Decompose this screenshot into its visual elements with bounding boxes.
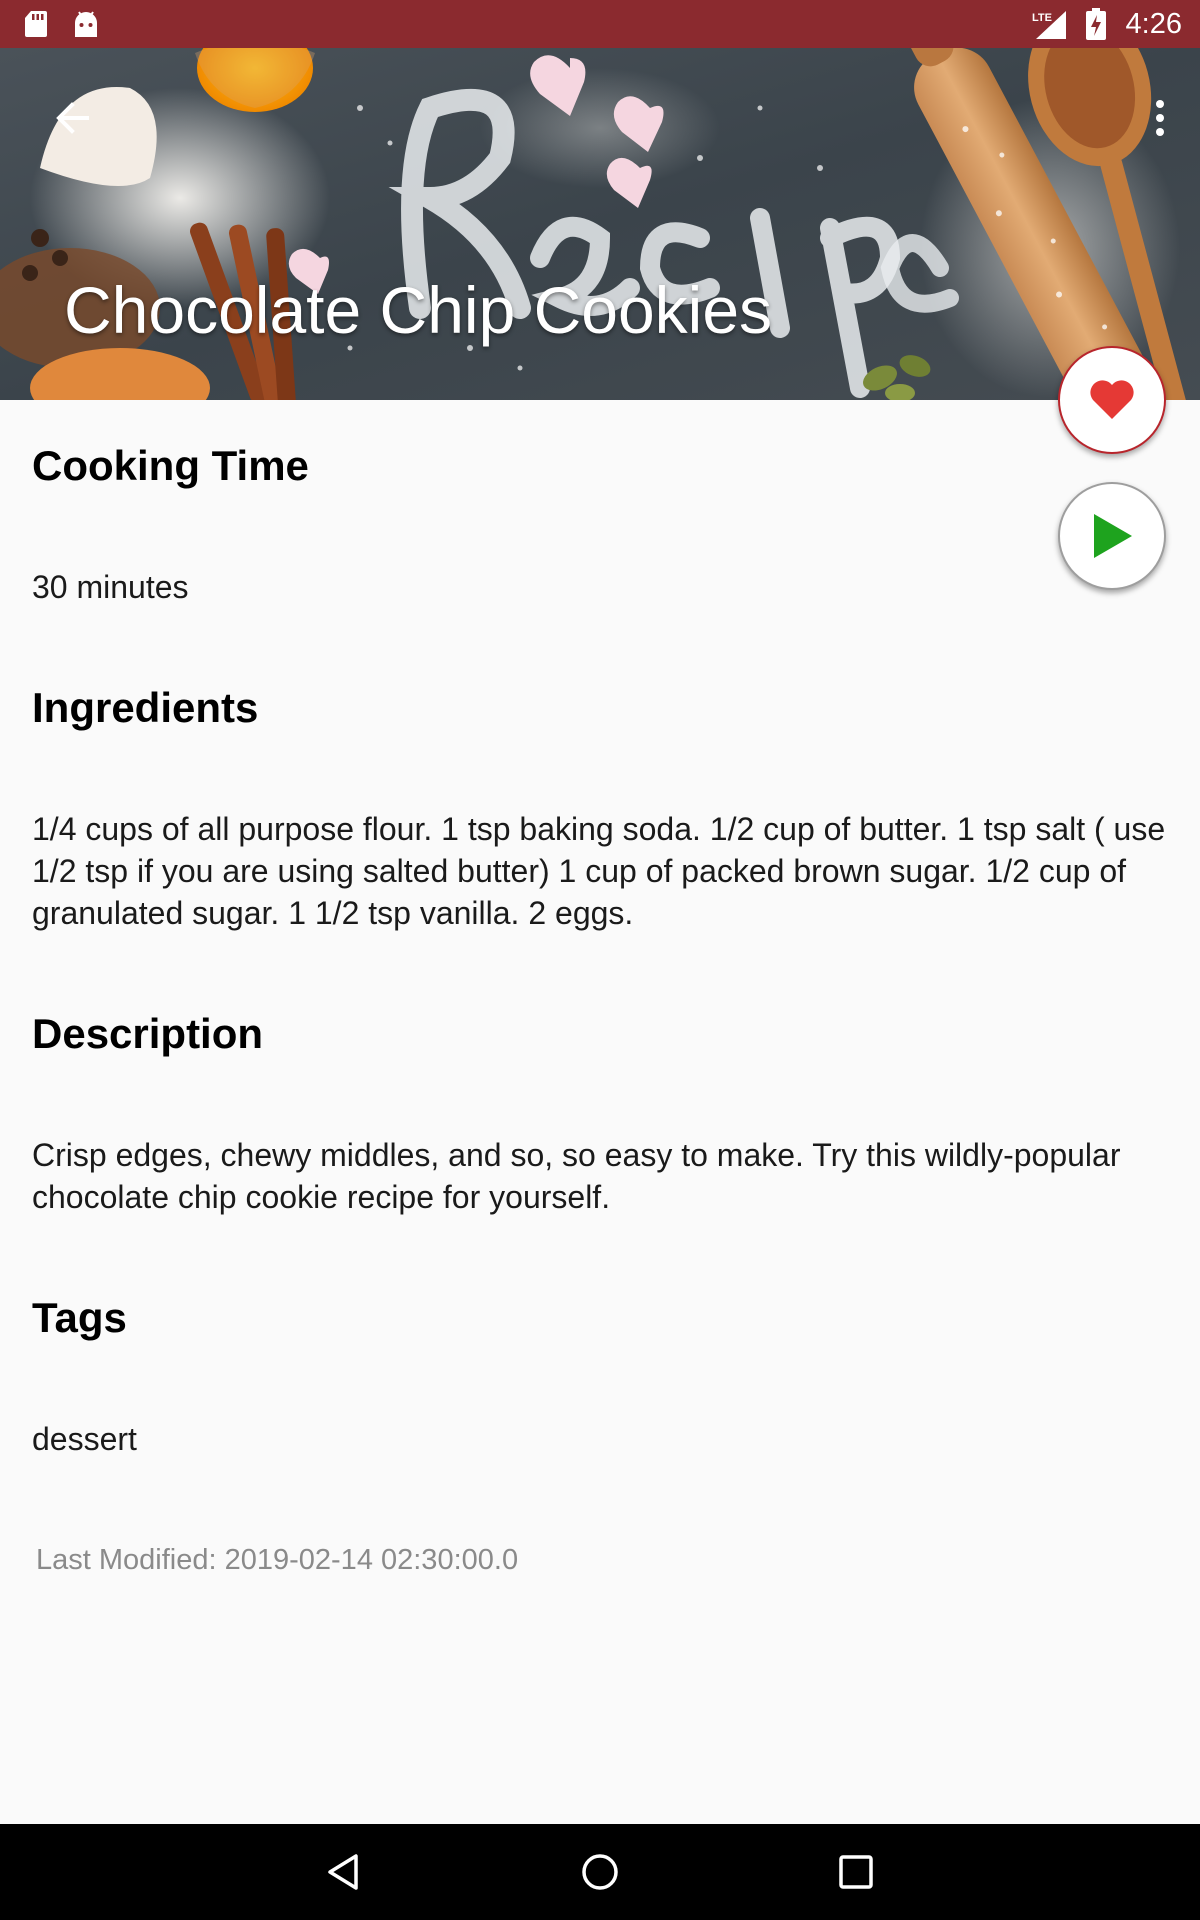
heart-icon	[1090, 380, 1134, 419]
battery-charging-icon	[1085, 8, 1106, 40]
sd-card-icon	[25, 11, 47, 37]
cooking-time-heading: Cooking Time	[32, 442, 309, 489]
nav-recents-button[interactable]	[826, 1842, 886, 1902]
nav-home-button[interactable]	[570, 1842, 630, 1902]
status-right-icons: LTE 4:26	[1032, 6, 1182, 42]
back-button[interactable]	[40, 86, 104, 150]
more-options-button[interactable]	[1140, 86, 1180, 150]
nav-recents-icon	[839, 1855, 873, 1889]
status-bar: LTE 4:26	[0, 0, 1200, 48]
ingredients-text: 1/4 cups of all purpose flour. 1 tsp bak…	[32, 811, 1166, 931]
status-left-icons	[24, 10, 124, 38]
status-time: 4:26	[1125, 7, 1182, 40]
nav-back-icon	[328, 1854, 358, 1890]
play-icon	[1094, 514, 1132, 558]
nav-back-button[interactable]	[314, 1842, 374, 1902]
recipe-header: Chocolate Chip Cookies	[0, 48, 1200, 400]
tags-heading: Tags	[32, 1294, 127, 1341]
arrow-back-icon	[56, 102, 89, 134]
description-heading: Description	[32, 1010, 264, 1057]
more-vert-icon	[1156, 100, 1164, 136]
nav-home-icon	[582, 1854, 618, 1890]
last-modified-text: Last Modified: 2019-02-14 02:30:00.0	[36, 1544, 519, 1576]
favorite-button[interactable]	[1058, 346, 1166, 454]
signal-icon: LTE	[1032, 11, 1066, 39]
recipe-title: Chocolate Chip Cookies	[64, 273, 773, 347]
network-label: LTE	[1032, 12, 1052, 24]
tags-text: dessert	[32, 1421, 137, 1457]
ingredients-heading: Ingredients	[32, 684, 259, 731]
navigation-bar	[0, 1824, 1200, 1920]
cooking-time-value: 30 minutes	[32, 569, 189, 605]
android-icon	[75, 11, 97, 37]
description-text: Crisp edges, chewy middles, and so, so e…	[32, 1137, 1121, 1215]
